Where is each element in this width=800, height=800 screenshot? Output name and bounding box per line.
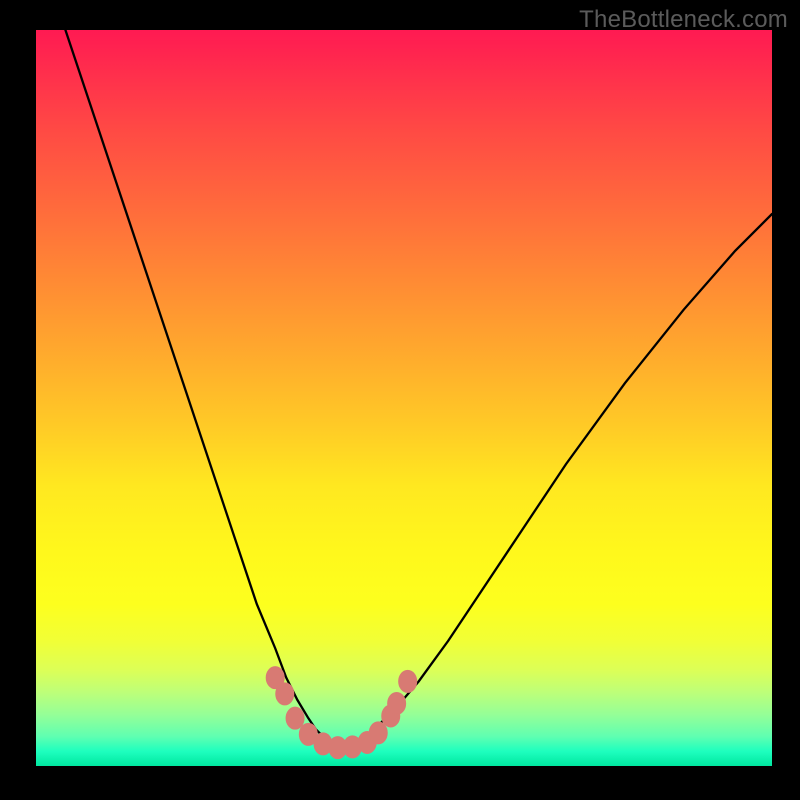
marker-point — [276, 683, 294, 705]
watermark-text: TheBottleneck.com — [579, 6, 788, 34]
marker-point — [286, 707, 304, 729]
marker-point — [369, 722, 387, 744]
plot-area — [36, 30, 772, 766]
curve-left — [65, 30, 342, 748]
marker-point — [388, 692, 406, 714]
chart-frame: TheBottleneck.com — [0, 0, 800, 800]
curve-layer — [36, 30, 772, 766]
curve-right — [343, 214, 772, 748]
marker-point — [399, 670, 417, 692]
